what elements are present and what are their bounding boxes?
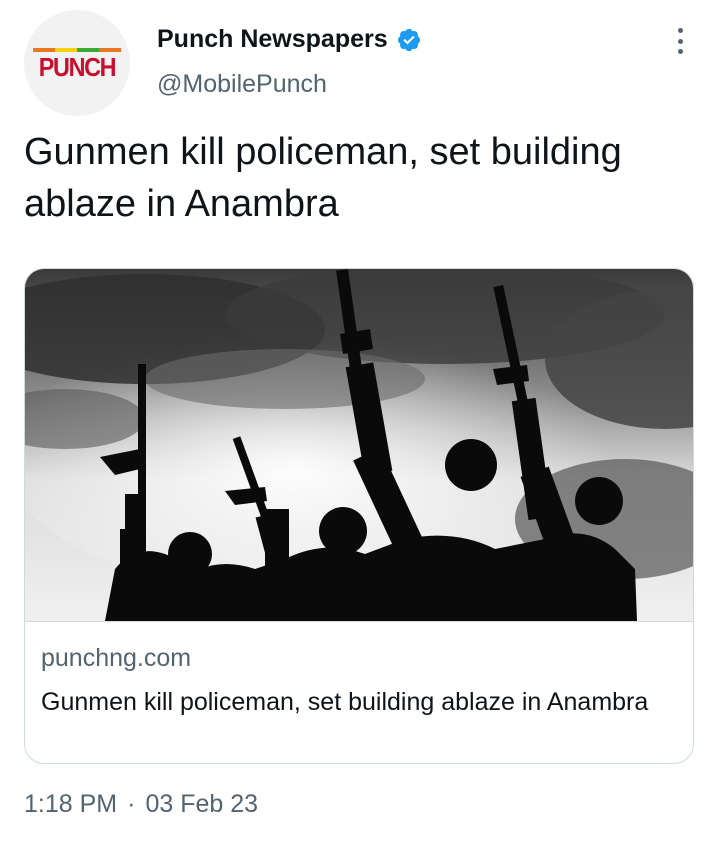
article-thumbnail-image[interactable] [25,269,693,621]
more-dot [677,28,683,33]
card-title: Gunmen kill policeman, set building abla… [41,688,649,716]
logo-text: PUNCH [38,52,117,82]
link-card[interactable]: punchng.com Gunmen kill policeman, set b… [24,268,694,764]
tweet-time[interactable]: 1:18 PM [24,790,117,819]
card-domain: punchng.com [41,644,192,672]
author-name[interactable]: Punch Newspapers [157,25,388,54]
tweet-timestamp[interactable]: 1:18 PM · 03 Feb 23 [24,790,258,819]
verified-badge-icon [396,27,422,53]
punch-logo: PUNCH [33,45,121,81]
author-name-row[interactable]: Punch Newspapers [157,25,422,54]
tweet-date[interactable]: 03 Feb 23 [145,790,258,819]
more-dot [677,49,683,54]
card-body[interactable]: punchng.com Gunmen kill policeman, set b… [25,621,693,763]
meta-separator: · [127,790,136,818]
more-dot [677,38,683,44]
author-handle[interactable]: @MobilePunch [157,70,327,99]
more-vertical-icon[interactable] [670,28,690,54]
tweet-text: Gunmen kill policeman, set building abla… [24,131,622,225]
avatar[interactable]: PUNCH [24,10,130,116]
